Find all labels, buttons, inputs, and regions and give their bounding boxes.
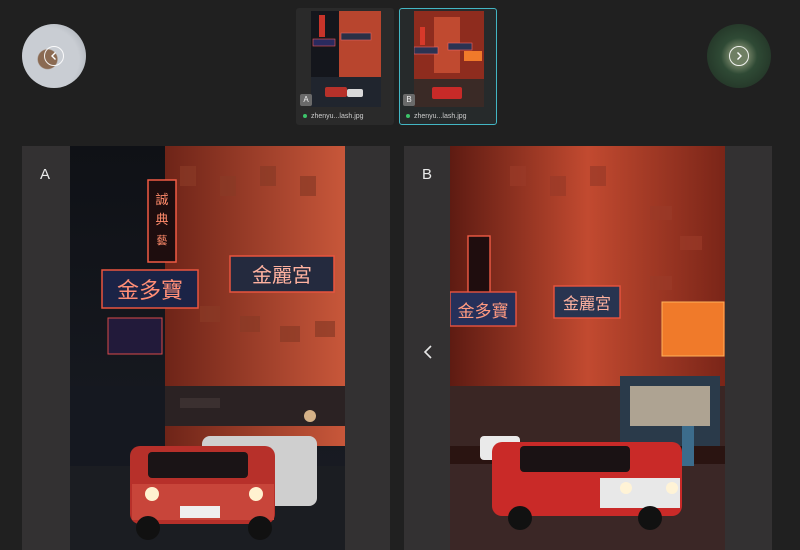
svg-text:金多寶: 金多寶 <box>458 301 509 322</box>
thumbnail-a[interactable]: A zhenyu...lash.jpg <box>296 8 394 125</box>
photo-a: 誠 典 藝 金多寶 金麗宮 <box>70 146 345 550</box>
svg-text:金麗宮: 金麗宮 <box>563 294 611 313</box>
thumbnail-badge: A <box>300 94 312 106</box>
chevron-left-icon[interactable] <box>422 344 434 360</box>
thumbnail-b-image <box>414 11 484 107</box>
chevron-left-icon <box>51 52 56 60</box>
comparison-panel-b: B 金多寶 金麗宮 <box>404 146 772 550</box>
svg-text:金麗宮: 金麗宮 <box>252 263 312 287</box>
svg-text:誠: 誠 <box>155 193 168 208</box>
chevron-right-icon <box>737 52 742 60</box>
photo-b: 金多寶 金麗宮 <box>450 146 725 550</box>
panel-label: B <box>422 166 433 183</box>
svg-text:藝: 藝 <box>157 234 168 247</box>
next-image-button[interactable] <box>707 24 771 88</box>
thumbnail-b[interactable]: B zhenyu...lash.jpg <box>399 8 497 125</box>
status-dot <box>303 114 307 119</box>
svg-text:金多寶: 金多寶 <box>117 279 183 304</box>
svg-text:典: 典 <box>155 213 168 228</box>
thumbnail-a-image <box>311 11 381 107</box>
status-dot <box>406 114 410 119</box>
previous-image-button[interactable] <box>22 24 86 88</box>
thumbnail-badge: B <box>403 94 415 106</box>
comparison-panel-a: A 誠 典 藝 金多寶 金麗宮 <box>22 146 390 550</box>
thumbnail-filename: zhenyu...lash.jpg <box>303 113 364 120</box>
panel-label: A <box>40 166 51 183</box>
thumbnail-filename: zhenyu...lash.jpg <box>406 113 467 120</box>
